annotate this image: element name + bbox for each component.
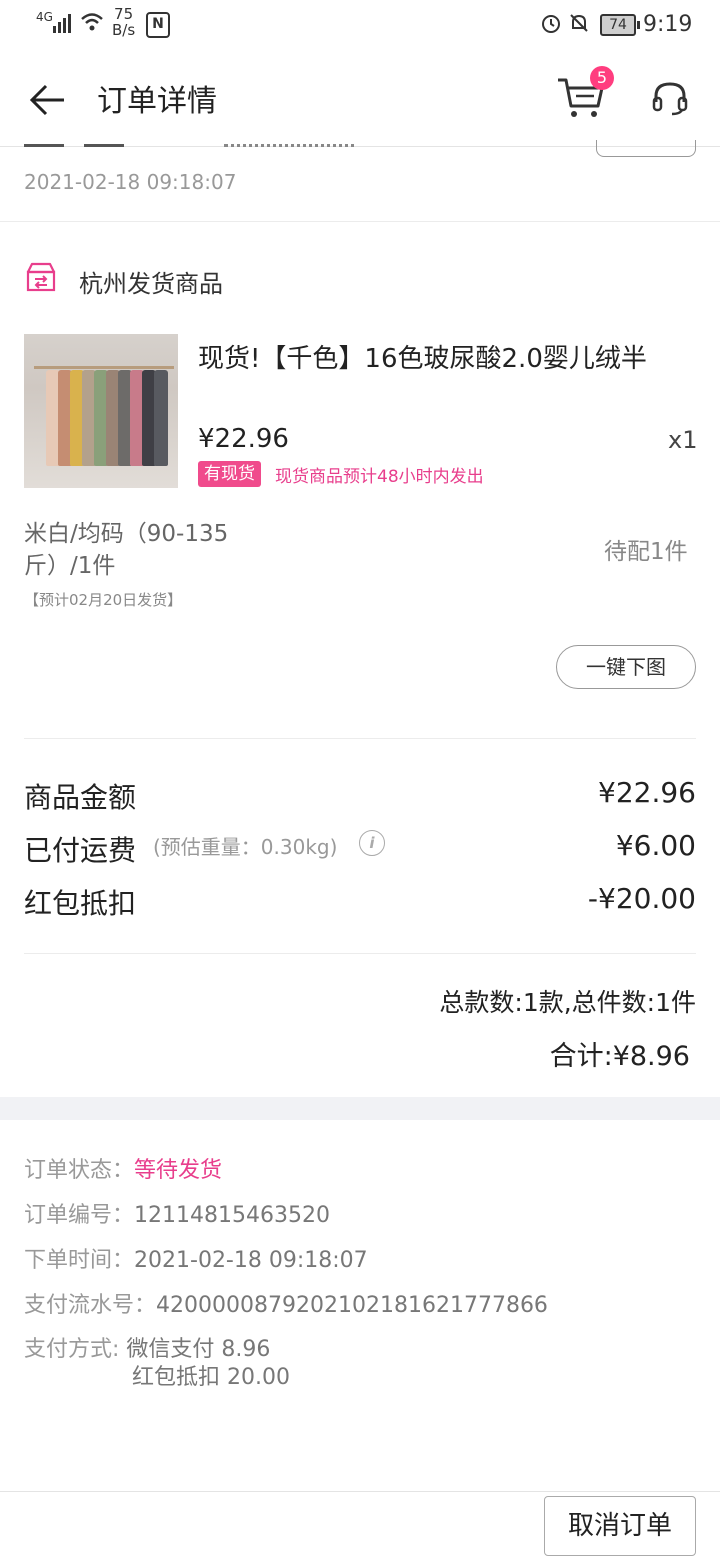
order-time-value: 2021-02-18 09:18:07 xyxy=(134,1248,368,1273)
battery-icon: 74 xyxy=(600,14,640,36)
warehouse-title: 杭州发货商品 xyxy=(79,270,223,298)
payment-serial-row: 支付流水号：4200000879202102181621777866 xyxy=(24,1287,548,1319)
cancel-order-button[interactable]: 取消订单 xyxy=(544,1496,696,1556)
product-name[interactable]: 现货!【千色】16色玻尿酸2.0婴儿绒半 xyxy=(198,338,647,375)
estimated-ship-date: 【预计02月20日发货】 xyxy=(24,591,183,609)
cart-badge: 5 xyxy=(590,66,614,90)
warehouse-icon xyxy=(26,262,56,292)
back-arrow-icon[interactable] xyxy=(28,80,68,120)
order-time-row: 下单时间：2021-02-18 09:18:07 xyxy=(24,1242,368,1274)
order-time-label: 下单时间： xyxy=(24,1248,135,1273)
order-number-value: 12114815463520 xyxy=(134,1203,330,1228)
signal-icon xyxy=(53,14,71,33)
payment-method-label: 支付方式: xyxy=(24,1337,127,1362)
product-spec: 米白/均码（90-135斤）/1件 xyxy=(24,521,229,579)
order-total: 合计:¥8.96 xyxy=(549,1041,690,1072)
wifi-icon xyxy=(81,13,103,31)
shipping-value: ¥6.00 xyxy=(615,829,696,862)
product-price: ¥22.96 xyxy=(198,424,289,454)
clipped-row xyxy=(24,140,354,148)
headset-icon[interactable] xyxy=(650,78,690,118)
divider xyxy=(24,953,696,954)
shipping-weight: (预估重量：0.30kg) xyxy=(153,835,338,859)
download-images-button[interactable]: 一键下图 xyxy=(556,645,696,689)
payment-serial-value: 4200000879202102181621777866 xyxy=(156,1293,548,1318)
alarm-icon xyxy=(542,15,560,33)
order-status-label: 订单状态： xyxy=(24,1158,135,1183)
net-speed: 75 B/s xyxy=(112,5,136,39)
clock: 9:19 xyxy=(643,12,693,37)
page-title: 订单详情 xyxy=(97,84,217,119)
item-count: 总款数:1款,总件数:1件 xyxy=(439,988,696,1017)
coupon-label: 红包抵扣 xyxy=(24,887,137,920)
pending-status: 待配1件 xyxy=(604,539,688,565)
order-status-row: 订单状态：等待发货 xyxy=(24,1152,222,1184)
order-number-row: 订单编号：12114815463520 xyxy=(24,1197,330,1229)
info-icon[interactable]: i xyxy=(359,830,385,856)
goods-amount-value: ¥22.96 xyxy=(598,776,696,809)
payment-method-line2: 红包抵扣 20.00 xyxy=(132,1365,290,1390)
product-qty: x1 xyxy=(668,426,698,454)
network-type: 4G xyxy=(36,10,53,24)
divider xyxy=(24,738,696,739)
goods-amount-label: 商品金额 xyxy=(24,781,137,814)
in-stock-note: 现货商品预计48小时内发出 xyxy=(275,467,484,487)
mute-bell-icon xyxy=(570,14,588,32)
nfc-icon: N xyxy=(146,12,170,38)
clipped-button[interactable] xyxy=(596,140,696,157)
order-time-top: 2021-02-18 09:18:07 xyxy=(24,170,237,194)
status-bar: 4G 75 B/s N 74 9:19 xyxy=(0,0,720,50)
coupon-value: -¥20.00 xyxy=(587,882,696,915)
in-stock-tag: 有现货 xyxy=(198,461,261,487)
app-header: 订单详情 5 xyxy=(0,50,720,147)
order-status-value: 等待发货 xyxy=(134,1158,223,1183)
order-number-label: 订单编号： xyxy=(24,1203,135,1228)
payment-serial-label: 支付流水号： xyxy=(24,1293,157,1318)
footer-divider xyxy=(0,1491,720,1492)
section-separator xyxy=(0,1097,720,1120)
shipping-label: 已付运费 xyxy=(24,834,137,867)
divider xyxy=(0,221,720,222)
product-image[interactable] xyxy=(24,334,178,488)
